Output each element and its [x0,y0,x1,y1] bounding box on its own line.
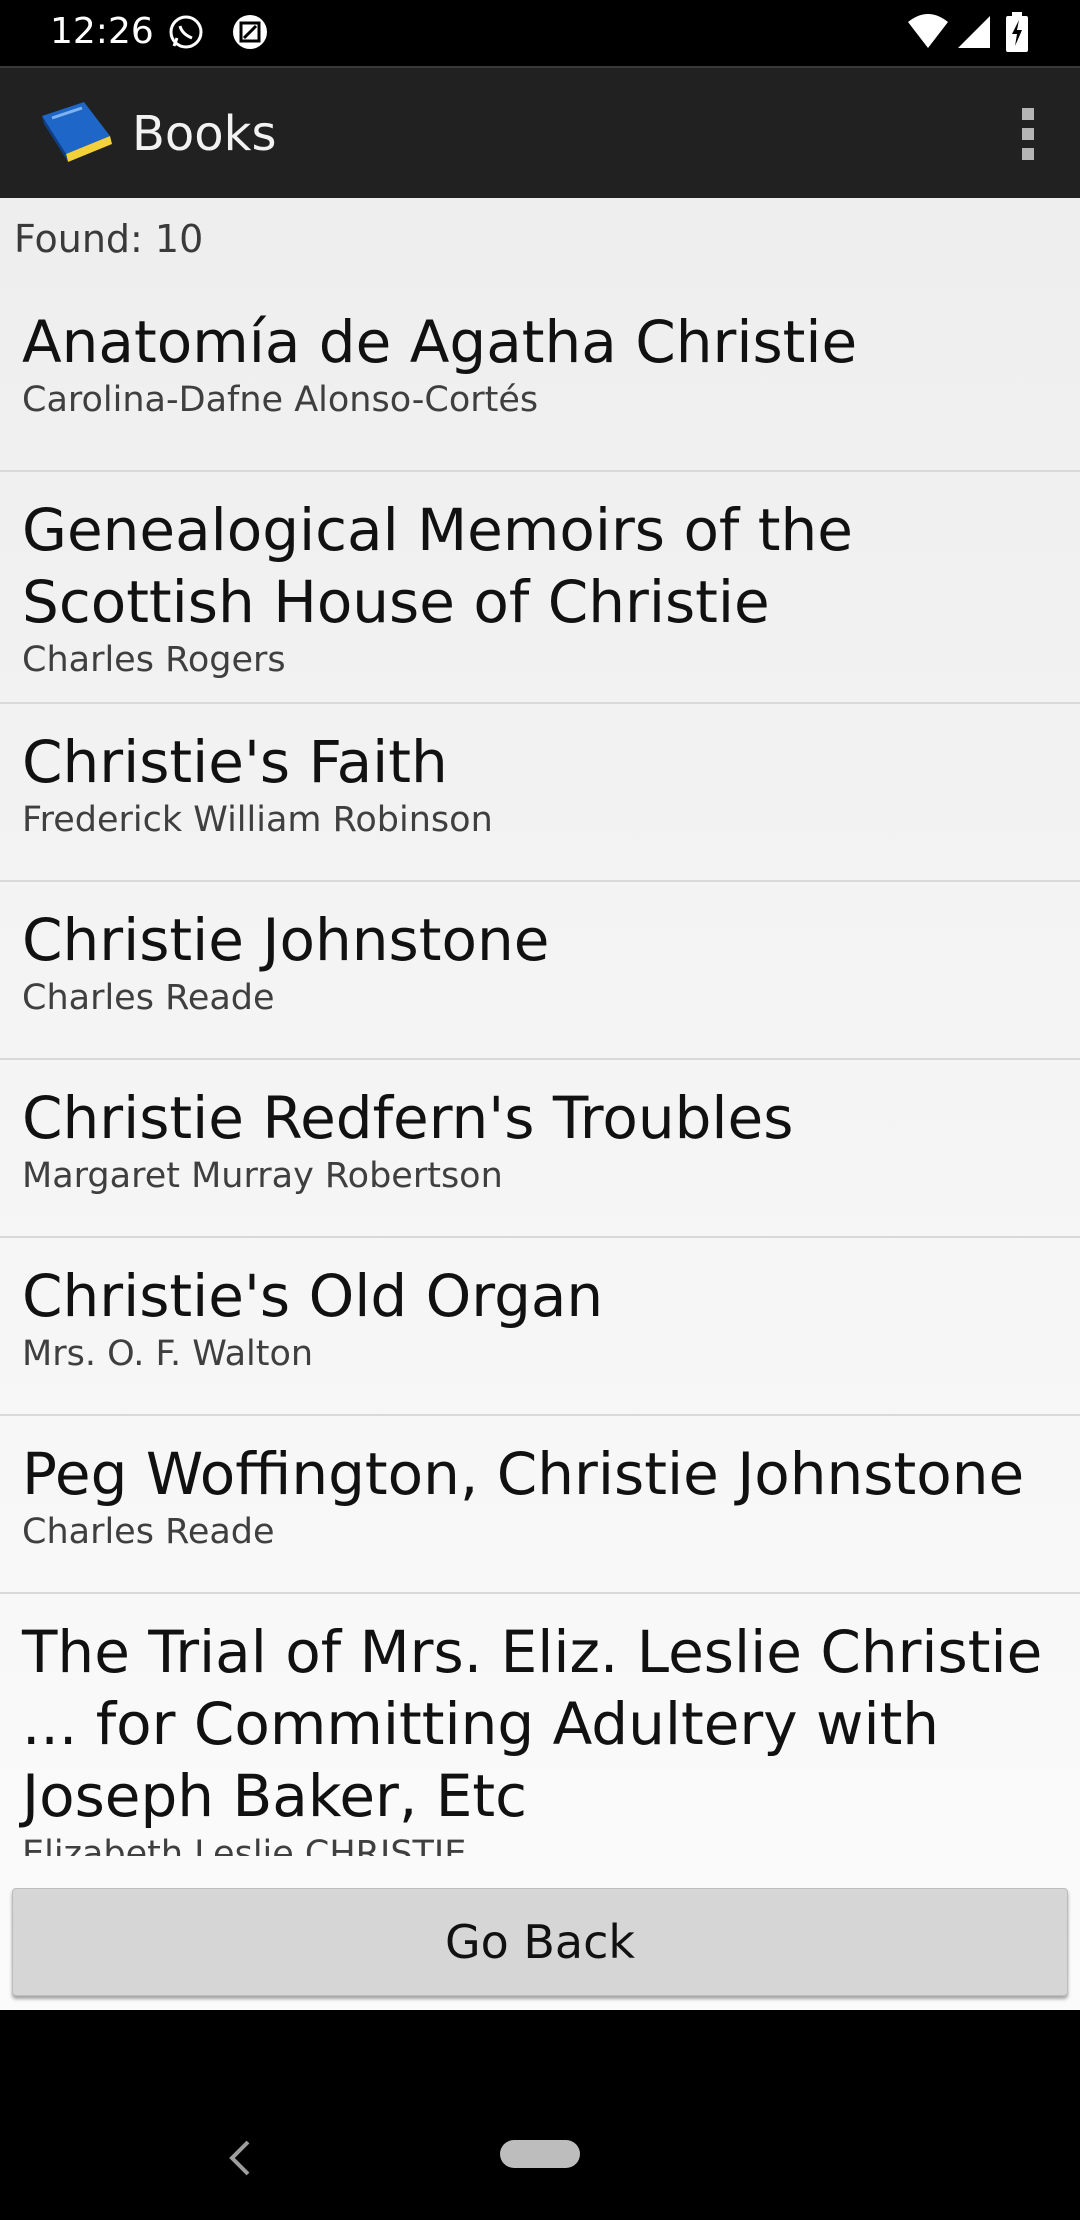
app-bar: Books [0,66,1080,198]
book-item[interactable]: Peg Woffington, Christie Johnstone Charl… [0,1416,1080,1594]
go-back-button[interactable]: Go Back [12,1888,1068,1996]
book-list[interactable]: Anatomía de Agatha Christie Carolina-Daf… [0,294,1080,1856]
book-logo-icon [36,94,116,174]
book-author: Mrs. O. F. Walton [22,1334,314,1374]
wifi-icon [906,12,948,52]
book-title: Christie Johnstone [22,906,550,974]
book-author: Margaret Murray Robertson [22,1156,503,1196]
screenshot-icon [230,12,270,52]
book-title: Peg Woffington, Christie Johnstone [22,1440,1025,1508]
status-time: 12:26 [50,11,154,52]
whatsapp-icon [166,12,206,52]
book-item[interactable]: Christie's Old Organ Mrs. O. F. Walton [0,1238,1080,1416]
content-area: Found: 10 Anatomía de Agatha Christie Ca… [0,198,1080,2010]
book-title: Christie's Old Organ [22,1262,604,1330]
app-title: Books [132,106,277,162]
book-item[interactable]: Genealogical Memoirs of the Scottish Hou… [0,472,1080,704]
book-author: Charles Reade [22,978,275,1018]
book-title: The Trial of Mrs. Eliz. Leslie Christie … [22,1618,1043,1830]
battery-charging-icon [1004,12,1044,52]
book-title: Christie's Faith [22,728,448,796]
nav-home-pill[interactable] [500,2140,580,2168]
book-author: Carolina-Dafne Alonso-Cortés [22,380,539,420]
book-title: Christie Redfern's Troubles [22,1084,794,1152]
nav-back-icon[interactable] [222,2136,258,2180]
book-author: Charles Rogers [22,640,286,680]
book-item[interactable]: Christie Redfern's Troubles Margaret Mur… [0,1060,1080,1238]
overflow-menu-icon[interactable] [1006,102,1050,166]
book-author: Charles Reade [22,1512,275,1552]
book-author: Frederick William Robinson [22,800,493,840]
book-author: Elizabeth Leslie CHRISTIE [22,1834,467,1856]
book-item[interactable]: Christie's Faith Frederick William Robin… [0,704,1080,882]
status-bar: 12:26 [0,0,1080,66]
signal-icon [954,12,994,52]
found-count: Found: 10 [14,217,204,261]
book-item[interactable]: Anatomía de Agatha Christie Carolina-Daf… [0,294,1080,472]
book-title: Genealogical Memoirs of the Scottish Hou… [22,496,853,636]
book-item[interactable]: The Trial of Mrs. Eliz. Leslie Christie … [0,1594,1080,1856]
book-item[interactable]: Christie Johnstone Charles Reade [0,882,1080,1060]
book-title: Anatomía de Agatha Christie [22,308,858,376]
screen: 12:26 Books Found: 10 Anatomía de Agatha… [0,0,1080,2220]
navigation-bar [0,2010,1080,2220]
